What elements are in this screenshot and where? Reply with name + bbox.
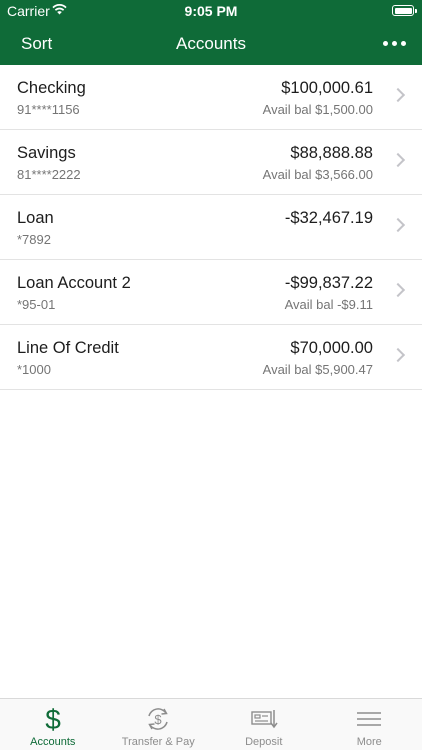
account-balance: -$99,837.22: [284, 274, 373, 292]
tab-transfer-pay[interactable]: $ Transfer & Pay: [106, 699, 212, 750]
account-number: *1000: [17, 362, 51, 377]
account-number: 91****1156: [17, 102, 80, 117]
chevron-right-icon: [390, 217, 406, 233]
account-number: *95-01: [17, 297, 56, 312]
account-row-loan[interactable]: Loan *7892 -$32,467.19: [0, 195, 422, 260]
status-time: 9:05 PM: [184, 3, 238, 19]
account-number: 81****2222: [17, 167, 81, 182]
tab-deposit[interactable]: Deposit: [211, 699, 317, 750]
available-balance: Avail bal $1,500.00: [262, 102, 373, 117]
account-balance: $100,000.61: [281, 79, 373, 97]
account-row-line-of-credit[interactable]: Line Of Credit *1000 $70,000.00 Avail ba…: [0, 325, 422, 390]
account-name: Line Of Credit: [17, 339, 119, 357]
account-balance: $88,888.88: [290, 144, 373, 162]
battery-icon: [392, 5, 417, 16]
tab-more[interactable]: More: [317, 699, 422, 750]
account-number: *7892: [17, 232, 51, 247]
nav-bar: Sort Accounts: [0, 22, 422, 65]
status-bar: Carrier 9:05 PM: [0, 0, 422, 22]
chevron-right-icon: [390, 87, 406, 103]
tab-label: More: [356, 736, 382, 748]
page-title: Accounts: [176, 34, 246, 53]
account-row-loan-account-2[interactable]: Loan Account 2 *95-01 -$99,837.22 Avail …: [0, 260, 422, 325]
more-options-icon[interactable]: [383, 41, 406, 46]
app-header: Carrier 9:05 PM Sort Accounts: [0, 0, 422, 65]
available-balance: Avail bal -$9.11: [284, 297, 373, 312]
account-balance: $70,000.00: [290, 339, 373, 357]
deposit-check-icon: [251, 710, 278, 729]
account-name: Loan Account 2: [17, 274, 131, 292]
dollar-icon: $: [45, 704, 61, 734]
accounts-list: Checking 91****1156 $100,000.61 Avail ba…: [0, 65, 422, 390]
tab-bar: $ Accounts $ Transfer & Pay Deposit More: [0, 698, 422, 750]
account-name: Checking: [17, 79, 86, 97]
chevron-right-icon: [390, 152, 406, 168]
account-row-savings[interactable]: Savings 81****2222 $88,888.88 Avail bal …: [0, 130, 422, 195]
tab-label: Deposit: [245, 736, 283, 748]
tab-label: Transfer & Pay: [121, 736, 195, 748]
tab-accounts[interactable]: $ Accounts: [0, 699, 106, 750]
tab-label: Accounts: [30, 736, 76, 748]
chevron-right-icon: [390, 347, 406, 363]
available-balance: Avail bal $3,566.00: [262, 167, 373, 182]
svg-text:$: $: [155, 712, 163, 727]
chevron-right-icon: [390, 282, 406, 298]
available-balance: Avail bal $5,900.47: [262, 362, 373, 377]
transfer-pay-icon: $: [148, 708, 168, 730]
svg-text:$: $: [45, 704, 61, 734]
account-name: Savings: [17, 144, 76, 162]
account-row-checking[interactable]: Checking 91****1156 $100,000.61 Avail ba…: [0, 65, 422, 130]
menu-icon: [357, 712, 382, 726]
account-balance: -$32,467.19: [284, 209, 373, 227]
account-name: Loan: [17, 209, 54, 227]
